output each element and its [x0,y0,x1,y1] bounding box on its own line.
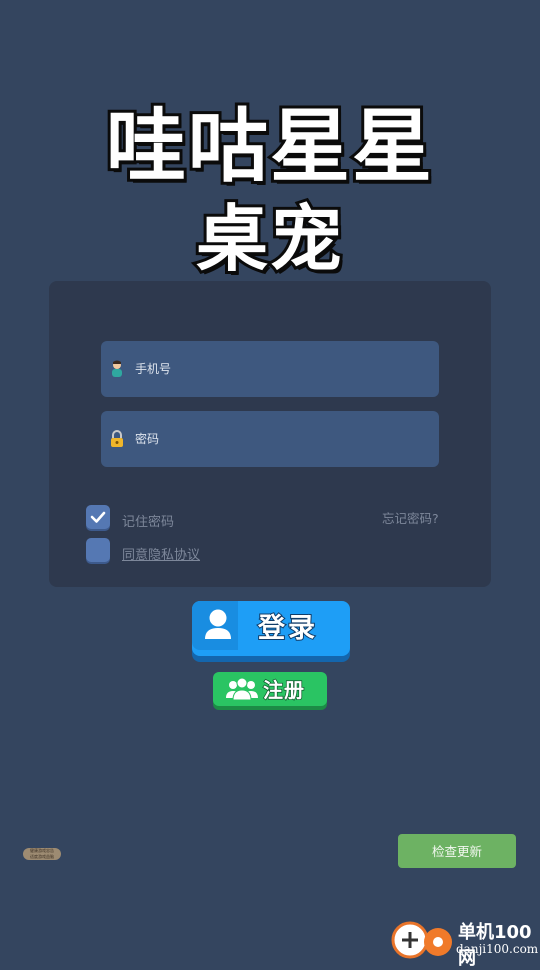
password-input[interactable] [135,430,425,448]
watermark-site-url: danji100.com [456,942,539,956]
app-title-line-2: 桌宠 [193,194,345,284]
remember-password-checkbox[interactable] [86,505,110,529]
agree-privacy-checkbox[interactable] [86,538,110,562]
login-button-label: 登录 [257,612,318,645]
users-group-icon [226,677,258,701]
remember-password-label: 记住密码 [122,515,175,530]
phone-input[interactable] [135,360,425,378]
user-icon [112,360,122,377]
login-button-icon-area [192,601,238,650]
forgot-password-link[interactable]: 忘记密码? [382,508,439,527]
register-button-label: 注册 [262,677,305,703]
watermark-logo-icon [391,921,452,959]
user-silhouette-icon [205,609,231,639]
password-field[interactable] [101,411,439,467]
phone-field[interactable] [101,341,439,397]
login-button[interactable]: 登录 [192,601,350,656]
health-notice-badge: 健康游戏忠告 适度游戏益脑 [23,848,61,860]
check-update-button[interactable]: 检查更新 [398,834,516,868]
lock-icon [111,430,123,447]
privacy-agreement-link[interactable]: 同意隐私协议 [122,544,200,563]
register-button[interactable]: 注册 [213,672,327,706]
checkmark-icon [90,511,106,523]
health-notice-line-2: 适度游戏益脑 [30,854,54,859]
login-panel: 记住密码 同意隐私协议 忘记密码? [49,281,491,587]
